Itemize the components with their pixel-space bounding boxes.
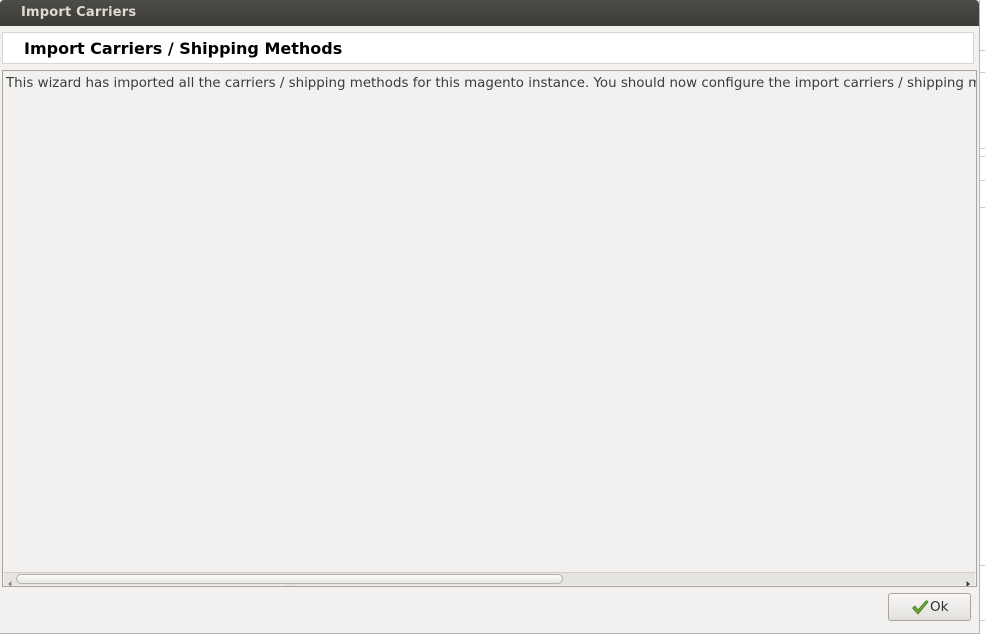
horizontal-scrollbar[interactable] [4, 572, 975, 586]
ok-button-label: Ok [930, 599, 949, 615]
ok-button[interactable]: Ok [888, 593, 971, 621]
check-icon [911, 599, 929, 615]
grip-icon [285, 576, 294, 586]
screen: Import Carriers Import Carriers / Shippi… [0, 0, 985, 638]
page-heading: Import Carriers / Shipping Methods [24, 39, 343, 58]
message-scroll-area[interactable]: This wizard has imported all the carrier… [2, 70, 977, 587]
background-window-edge-bottom [0, 634, 985, 638]
dialog-title: Import Carriers [21, 5, 137, 20]
arrow-left-icon[interactable] [5, 574, 15, 586]
scrollbar-thumb[interactable] [16, 574, 563, 586]
import-carriers-dialog: Import Carriers Import Carriers / Shippi… [0, 0, 980, 634]
dialog-titlebar[interactable]: Import Carriers [0, 0, 979, 26]
wizard-message: This wizard has imported all the carrier… [6, 76, 977, 91]
header-panel: Import Carriers / Shipping Methods [2, 32, 974, 64]
arrow-right-icon[interactable] [963, 574, 973, 586]
background-window-edge [980, 0, 985, 638]
